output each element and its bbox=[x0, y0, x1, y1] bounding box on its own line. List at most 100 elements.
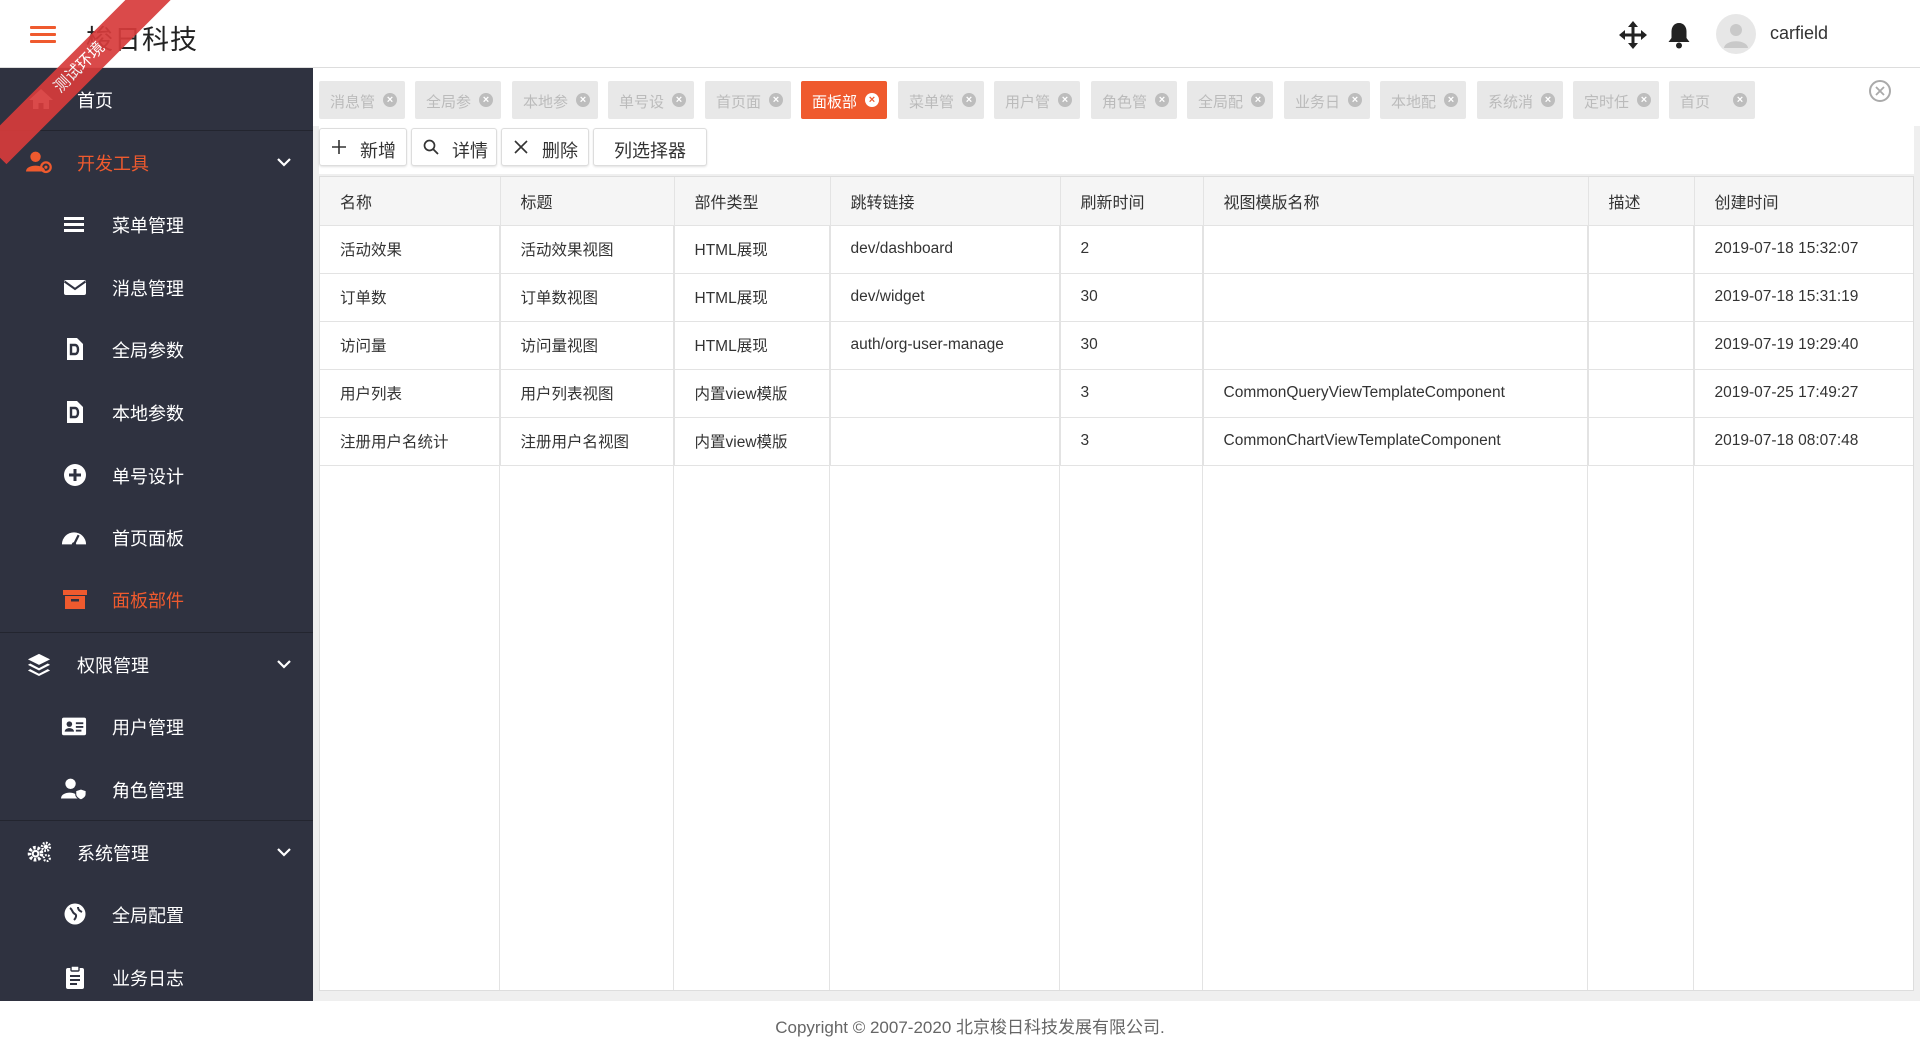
table-cell: 活动效果视图 bbox=[500, 225, 675, 274]
sidebar-item-local-params[interactable]: 本地参数 bbox=[0, 381, 313, 443]
add-button[interactable]: 新增 bbox=[319, 128, 407, 166]
table-row[interactable]: 活动效果 活动效果视图 HTML展现 dev/dashboard 2 2019-… bbox=[320, 225, 1913, 274]
column-header-widget-type[interactable]: 部件类型 bbox=[674, 177, 831, 226]
tab-user-manage[interactable]: 用户管 × bbox=[994, 81, 1080, 119]
avatar-icon bbox=[1724, 24, 1748, 48]
tab-system-message[interactable]: 系统消 × bbox=[1477, 81, 1563, 119]
sidebar-group-system[interactable]: 系统管理 bbox=[0, 821, 313, 883]
sidebar-item-global-config[interactable]: 全局配置 bbox=[0, 883, 313, 945]
column-header-template[interactable]: 视图模版名称 bbox=[1203, 177, 1589, 226]
sidebar-item-menu-manage[interactable]: 菜单管理 bbox=[0, 193, 313, 255]
sidebar-item-label: 开发工具 bbox=[77, 154, 149, 174]
column-header-title[interactable]: 标题 bbox=[500, 177, 675, 226]
delete-button[interactable]: 删除 bbox=[501, 128, 589, 166]
sidebar-item-home-panel[interactable]: 首页面板 bbox=[0, 506, 313, 568]
tab-business-log[interactable]: 业务日 × bbox=[1284, 81, 1370, 119]
sidebar-item-business-log[interactable]: 业务日志 bbox=[0, 946, 313, 1001]
tab-panel-widgets[interactable]: 面板部 × bbox=[801, 81, 887, 119]
tab-home[interactable]: 首页 × bbox=[1669, 81, 1755, 119]
sidebar-item-label: 全局配置 bbox=[112, 906, 184, 926]
column-selector-button[interactable]: 列选择器 bbox=[593, 128, 707, 166]
table-cell bbox=[830, 369, 1061, 418]
tab-bar: 消息管 × 全局参 × 本地参 × 单号设 × 首页面 × 面板部 × 菜单管 × 用户管 × … bbox=[313, 68, 1920, 126]
table-cell: 2019-07-18 15:31:19 bbox=[1694, 273, 1913, 322]
sidebar-group-dev-tools[interactable]: 开发工具 bbox=[0, 131, 313, 193]
sidebar-item-role-manage[interactable]: 角色管理 bbox=[0, 758, 313, 820]
avatar[interactable] bbox=[1716, 14, 1756, 54]
column-header-created[interactable]: 创建时间 bbox=[1694, 177, 1913, 226]
tab-menu-manage[interactable]: 菜单管 × bbox=[898, 81, 984, 119]
table-cell bbox=[1203, 273, 1589, 322]
close-icon[interactable]: × bbox=[576, 93, 590, 107]
close-icon[interactable]: × bbox=[383, 93, 397, 107]
sidebar-item-label: 菜单管理 bbox=[112, 216, 184, 236]
tab-home-panel[interactable]: 首页面 × bbox=[705, 81, 791, 119]
table-row[interactable]: 注册用户名统计 注册用户名视图 内置view模版 3 CommonChartVi… bbox=[320, 417, 1913, 466]
tab-number-design[interactable]: 单号设 × bbox=[608, 81, 694, 119]
sidebar-group-permissions[interactable]: 权限管理 bbox=[0, 633, 313, 695]
table-cell: 2019-07-18 15:32:07 bbox=[1694, 225, 1913, 274]
tab-global-config[interactable]: 全局配 × bbox=[1187, 81, 1273, 119]
sidebar-item-number-design[interactable]: 单号设计 bbox=[0, 444, 313, 506]
table-cell: 注册用户名视图 bbox=[500, 417, 675, 466]
close-icon[interactable]: × bbox=[1155, 93, 1169, 107]
username[interactable]: carfield bbox=[1770, 23, 1828, 44]
table-cell: CommonQueryViewTemplateComponent bbox=[1203, 369, 1589, 418]
layers-icon bbox=[27, 653, 51, 676]
tab-local-params[interactable]: 本地参 × bbox=[512, 81, 598, 119]
detail-button[interactable]: 详情 bbox=[411, 128, 497, 166]
chevron-down-icon bbox=[277, 158, 291, 167]
menu-icon[interactable] bbox=[30, 26, 56, 44]
table-row[interactable]: 访问量 访问量视图 HTML展现 auth/org-user-manage 30… bbox=[320, 321, 1913, 370]
close-icon[interactable]: × bbox=[962, 93, 976, 107]
column-header-refresh[interactable]: 刷新时间 bbox=[1060, 177, 1204, 226]
table-cell: 2 bbox=[1060, 225, 1204, 274]
data-table: 名称 标题 部件类型 跳转链接 刷新时间 视图模版名称 描述 创建时间 活动效果… bbox=[319, 176, 1914, 991]
close-icon[interactable]: × bbox=[1348, 93, 1362, 107]
close-icon[interactable]: × bbox=[672, 93, 686, 107]
sidebar-item-message-manage[interactable]: 消息管理 bbox=[0, 256, 313, 318]
table-cell bbox=[1588, 225, 1695, 274]
close-icon[interactable]: × bbox=[1541, 93, 1555, 107]
table-cell: 用户列表视图 bbox=[500, 369, 675, 418]
tab-role-manage[interactable]: 角色管 × bbox=[1091, 81, 1177, 119]
close-icon[interactable]: × bbox=[1444, 93, 1458, 107]
close-icon[interactable]: × bbox=[479, 93, 493, 107]
table-cell bbox=[1588, 369, 1695, 418]
id-card-icon bbox=[61, 717, 87, 736]
close-icon[interactable]: × bbox=[1733, 93, 1747, 107]
close-icon[interactable]: × bbox=[769, 93, 783, 107]
table-row[interactable]: 用户列表 用户列表视图 内置view模版 3 CommonQueryViewTe… bbox=[320, 369, 1913, 418]
tab-global-params[interactable]: 全局参 × bbox=[415, 81, 501, 119]
sidebar-item-label: 全局参数 bbox=[112, 341, 184, 361]
main-content: 新增 详情 删除 列选择器 名称 标题 部件类型 跳转链接 刷新时间 视图模版名… bbox=[313, 126, 1920, 1001]
table-cell: 访问量 bbox=[320, 321, 501, 370]
tab-scheduled-task[interactable]: 定时任 × bbox=[1573, 81, 1659, 119]
close-icon[interactable]: × bbox=[865, 93, 879, 107]
table-cell: 注册用户名统计 bbox=[320, 417, 501, 466]
tab-local-config[interactable]: 本地配 × bbox=[1380, 81, 1466, 119]
table-cell: 内置view模版 bbox=[674, 417, 831, 466]
table-cell: 内置view模版 bbox=[674, 369, 831, 418]
column-header-name[interactable]: 名称 bbox=[320, 177, 501, 226]
close-icon bbox=[514, 140, 528, 154]
close-icon bbox=[1875, 86, 1885, 96]
column-header-description[interactable]: 描述 bbox=[1588, 177, 1695, 226]
sidebar-item-panel-widgets[interactable]: 面板部件 bbox=[0, 568, 313, 630]
close-all-tabs-button[interactable] bbox=[1869, 80, 1891, 102]
move-icon[interactable] bbox=[1618, 20, 1648, 50]
close-icon[interactable]: × bbox=[1058, 93, 1072, 107]
tab-message-manage[interactable]: 消息管 × bbox=[319, 81, 405, 119]
table-cell bbox=[830, 417, 1061, 466]
sidebar-item-user-manage[interactable]: 用户管理 bbox=[0, 695, 313, 757]
table-cell: auth/org-user-manage bbox=[830, 321, 1061, 370]
close-icon[interactable]: × bbox=[1637, 93, 1651, 107]
close-icon[interactable]: × bbox=[1251, 93, 1265, 107]
table-cell: 用户列表 bbox=[320, 369, 501, 418]
bell-icon[interactable] bbox=[1664, 20, 1694, 50]
table-cell: CommonChartViewTemplateComponent bbox=[1203, 417, 1589, 466]
sidebar-item-global-params[interactable]: 全局参数 bbox=[0, 318, 313, 380]
file-d-icon bbox=[67, 338, 83, 360]
column-header-link[interactable]: 跳转链接 bbox=[830, 177, 1061, 226]
table-row[interactable]: 订单数 订单数视图 HTML展现 dev/widget 30 2019-07-1… bbox=[320, 273, 1913, 322]
